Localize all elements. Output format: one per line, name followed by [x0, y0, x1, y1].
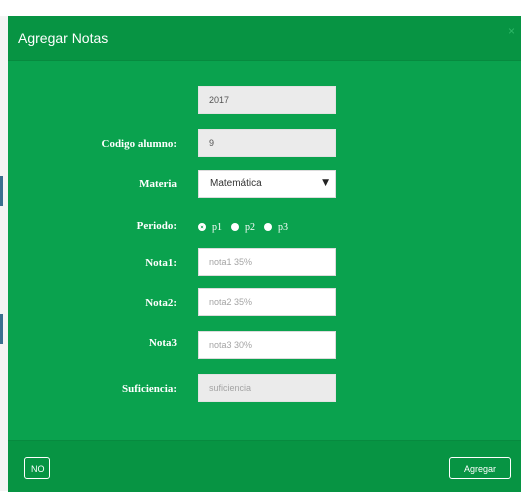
- codigo-alumno-label: Codigo alumno:: [101, 138, 178, 150]
- nota2-label: Nota2:: [145, 297, 177, 309]
- radio-label: p1: [212, 221, 222, 233]
- materia-selected-value: Matemática: [210, 178, 262, 189]
- radio-unchecked-icon[interactable]: [264, 223, 272, 231]
- radio-label: p2: [245, 221, 255, 233]
- periodo-radio-group: p1 p2 p3: [198, 220, 297, 234]
- nota3-label: Nota3: [148, 337, 177, 349]
- periodo-label: Periodo:: [136, 220, 177, 232]
- nota1-field[interactable]: [198, 248, 336, 276]
- background-edge-mark: [0, 176, 3, 206]
- suficiencia-field[interactable]: [198, 374, 336, 402]
- no-button[interactable]: NO: [24, 457, 50, 479]
- nota1-label: Nota1:: [145, 257, 177, 269]
- radio-unchecked-icon[interactable]: [231, 223, 239, 231]
- nota3-field[interactable]: [198, 331, 336, 359]
- year-field[interactable]: [198, 86, 336, 114]
- periodo-option-p2[interactable]: p2: [231, 222, 255, 233]
- caret-down-icon: ▼: [322, 178, 329, 188]
- periodo-option-p1[interactable]: p1: [198, 222, 222, 233]
- page-top-strip: [0, 0, 521, 16]
- dialog-footer: NO Agregar: [8, 440, 521, 492]
- close-icon[interactable]: ×: [508, 24, 515, 38]
- dialog-title: Agregar Notas: [18, 30, 109, 46]
- codigo-alumno-field[interactable]: [198, 129, 336, 157]
- background-edge-mark: [0, 314, 3, 344]
- radio-checked-icon[interactable]: [198, 223, 206, 231]
- materia-select[interactable]: Matemática ▼: [198, 170, 336, 198]
- background-page-edge: [0, 16, 8, 491]
- suficiencia-label: Suficiencia:: [122, 383, 177, 395]
- dialog-header: Agregar Notas ×: [8, 16, 521, 61]
- nota2-field[interactable]: [198, 288, 336, 316]
- agregar-notas-dialog: Agregar Notas × Codigo alumno: Materia M…: [8, 16, 521, 492]
- agregar-button[interactable]: Agregar: [449, 457, 511, 479]
- radio-label: p3: [278, 221, 288, 233]
- periodo-option-p3[interactable]: p3: [264, 222, 288, 233]
- materia-label: Materia: [139, 178, 177, 190]
